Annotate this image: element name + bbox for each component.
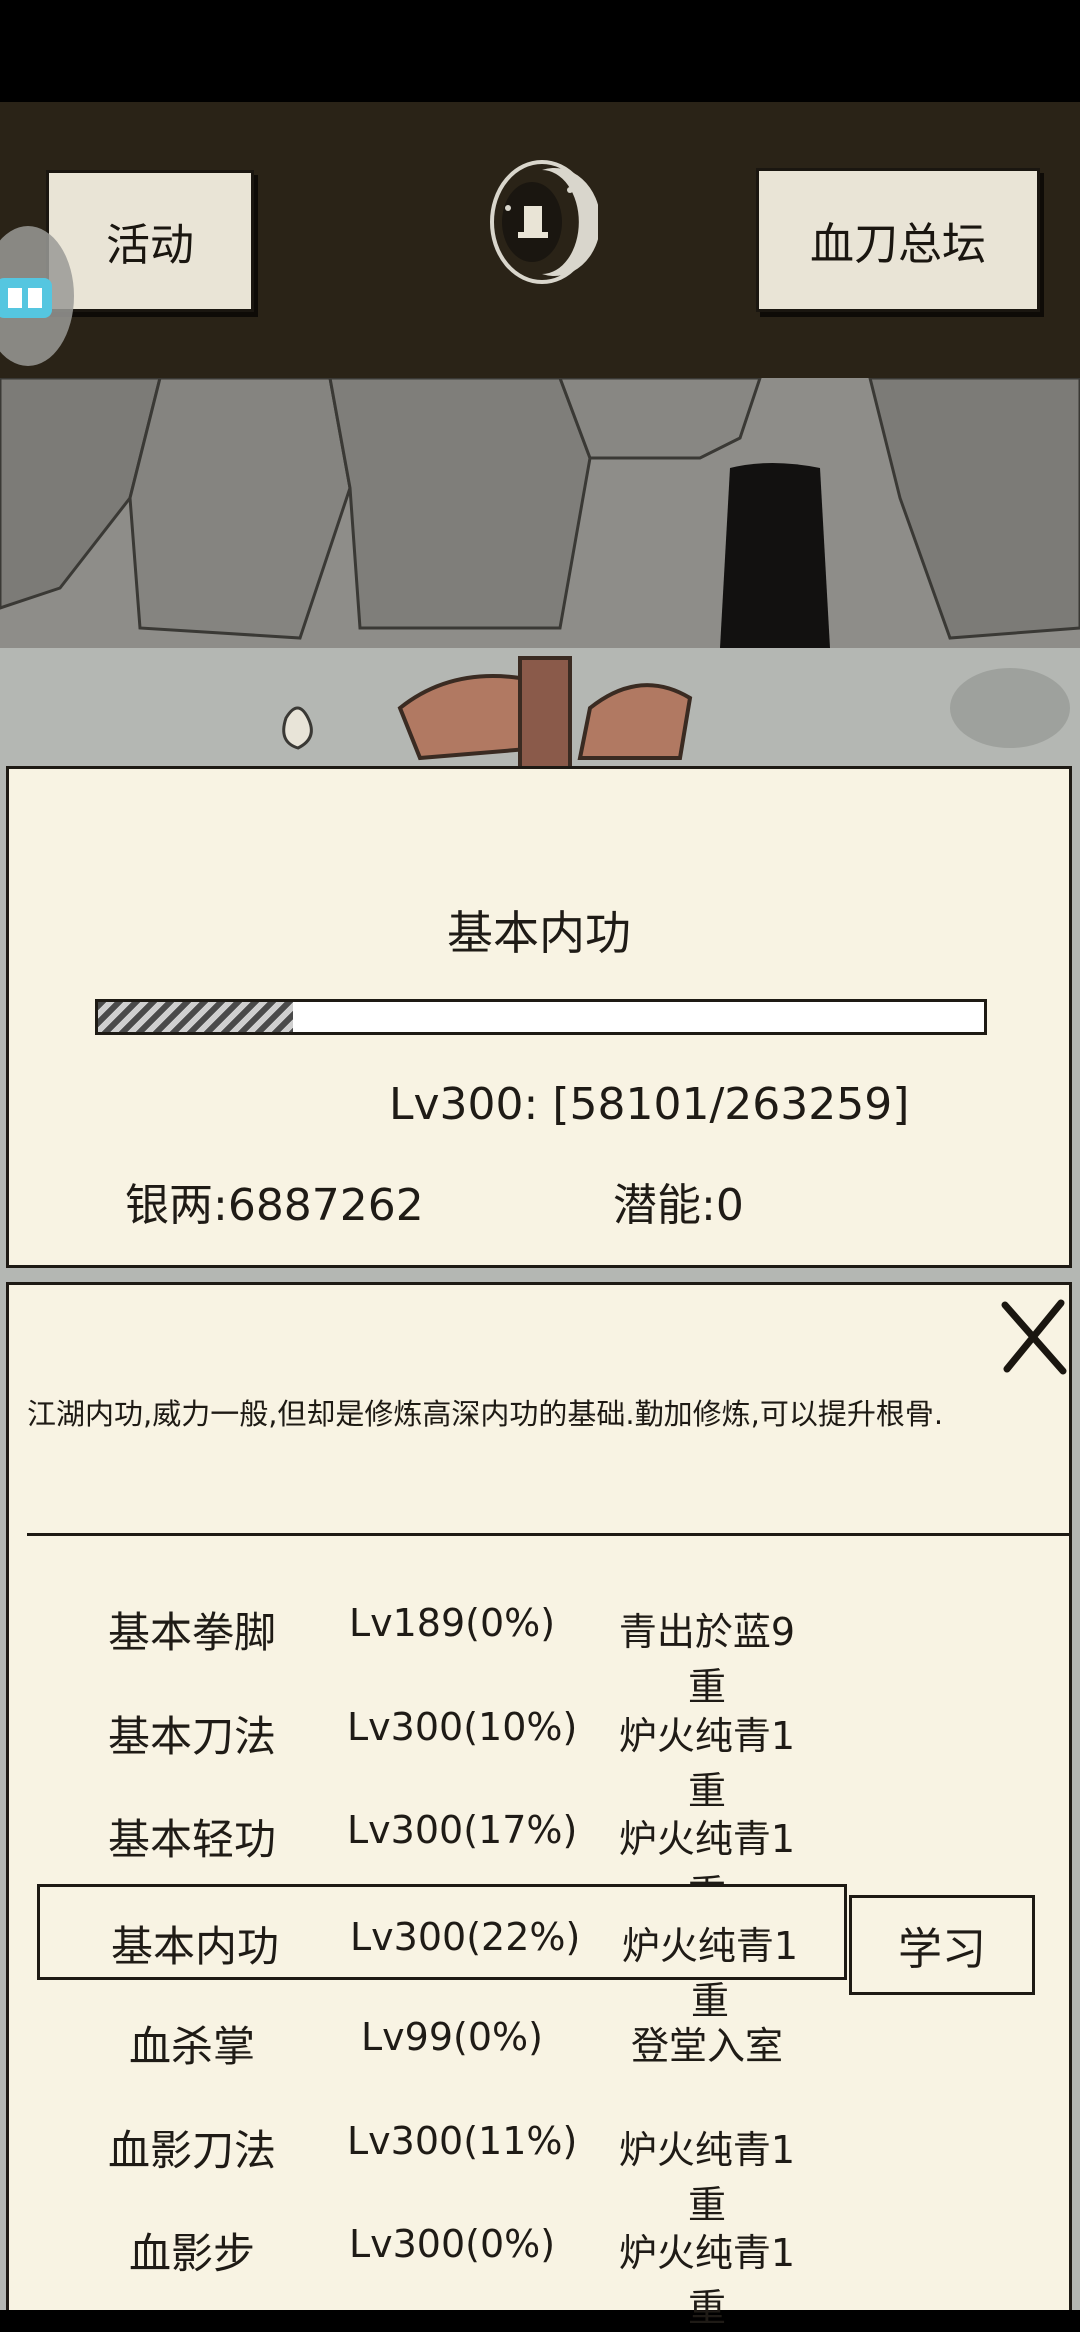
skill-name: 血影步 (128, 2229, 255, 2278)
skill-name: 基本轻功 (107, 1815, 276, 1864)
skill-description: 江湖内功,威力一般,但却是修炼高深内功的基础.勤加修炼,可以提升根骨. (27, 1397, 944, 1431)
status-bar (0, 0, 1080, 102)
skill-row[interactable]: 基本轻功Lv300(17%)炉火纯青1重 (37, 1780, 847, 1916)
skill-name: 基本拳脚 (107, 1608, 276, 1657)
skill-level: Lv300(17%) (347, 1808, 578, 1852)
potential-amount: 潜能:0 (613, 1180, 744, 1231)
moon-emblem-icon[interactable] (486, 156, 598, 286)
silver-amount: 银两:6887262 (125, 1180, 424, 1231)
experience-progress-bar (95, 999, 987, 1035)
skill-level: Lv300(0%) (348, 2222, 556, 2266)
skill-row[interactable]: 血影刀法 Lv300(11%) 炉火纯青1重 (37, 2091, 847, 2227)
skill-name: 基本刀法 (107, 1711, 276, 1761)
divider (27, 1533, 1069, 1536)
level-experience-text: Lv300: [58101/263259] (389, 1079, 910, 1130)
skill-row[interactable]: 血杀掌 Lv99(0%) 登堂入室 (37, 1987, 847, 2083)
skill-title: 基本内功 (447, 906, 631, 960)
skill-list-panel: 江湖内功,威力一般,但却是修炼高深内功的基础.勤加修炼,可以提升根骨. 基本拳脚… (6, 1282, 1072, 2330)
skill-progress-panel: 基本内功 Lv300: [58101/263259] 银两:6887262 潜能… (6, 766, 1072, 1268)
guild-location-button[interactable]: 血刀总坛 (756, 168, 1040, 312)
skill-row[interactable]: 基本内功 Lv300(22%) 炉火纯青1重 (37, 1883, 847, 2023)
skill-level: Lv300(11%) (347, 2118, 578, 2163)
skill-row[interactable]: 基本刀法 Lv300(10%) 炉火纯青1重 (37, 1677, 847, 1813)
skill-level: Lv99(0%) (361, 2015, 543, 2059)
skill-name: 血影刀法 (107, 2125, 276, 2175)
skill-grade: 登堂入室 (630, 2024, 783, 2068)
experience-progress-fill (98, 1002, 293, 1032)
activity-button[interactable]: 活动 (46, 170, 254, 312)
skill-level: Lv300(10%) (347, 1704, 578, 1749)
close-icon[interactable] (999, 1297, 1069, 1377)
floating-assistant-icon[interactable] (0, 222, 74, 370)
skill-name: 基本内功 (110, 1921, 279, 1971)
skill-row[interactable]: 血影步 Lv300(0%) 炉火纯青1重 (37, 2194, 847, 2330)
skill-name: 血杀掌 (128, 2022, 255, 2071)
skill-row[interactable]: 基本拳脚 Lv189(0%) 青出於蓝9重 (37, 1573, 847, 1709)
learn-button[interactable]: 学习 (849, 1895, 1035, 1995)
skill-level: Lv189(0%) (348, 1601, 556, 1645)
skill-grade: 炉火纯青1重 (618, 2231, 796, 2330)
skill-level: Lv300(22%) (350, 1914, 581, 1959)
